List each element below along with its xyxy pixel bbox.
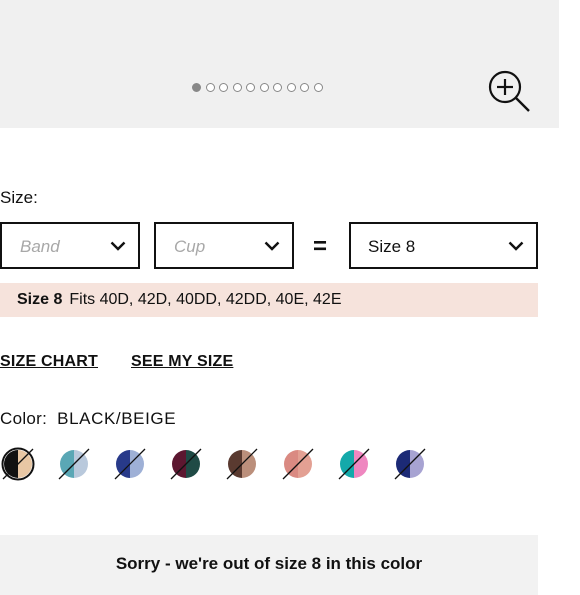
swatch-leopard[interactable] [226, 448, 258, 480]
zoom-in-icon[interactable] [487, 69, 533, 115]
swatch-teal-pink[interactable] [338, 448, 370, 480]
color-row: Color: BLACK/BEIGE [0, 409, 176, 429]
product-image-gallery[interactable] [0, 0, 559, 128]
swatch-black-beige[interactable] [1, 447, 35, 481]
size-fit-banner: Size 8 Fits 40D, 42D, 40DD, 42DD, 40E, 42… [0, 283, 538, 317]
gallery-dot[interactable] [192, 83, 201, 92]
equals-sign: = [313, 233, 328, 260]
swatch-navy-print[interactable] [114, 448, 146, 480]
gallery-dot[interactable] [232, 83, 242, 92]
see-my-size-link[interactable]: SEE MY SIZE [131, 353, 233, 371]
swatch-light-blue-print[interactable] [58, 448, 90, 480]
chevron-down-icon [264, 241, 280, 251]
fit-text: Fits 40D, 42D, 40DD, 42DD, 40E, 42E [69, 291, 342, 308]
gallery-dot[interactable] [205, 83, 215, 92]
size-select[interactable]: Size 8 [349, 222, 538, 269]
cup-placeholder: Cup [174, 237, 206, 256]
swatch-burgundy-green[interactable] [170, 448, 202, 480]
swatch-navy-lavender[interactable] [394, 448, 426, 480]
cup-select[interactable]: Cup [154, 222, 294, 269]
gallery-dot[interactable] [246, 83, 255, 92]
fit-size: Size 8 [17, 291, 63, 308]
chevron-down-icon [508, 241, 524, 251]
gallery-dot[interactable] [219, 83, 228, 92]
chevron-down-icon [110, 241, 126, 251]
gallery-dot[interactable] [259, 83, 269, 92]
gallery-pagination [192, 83, 327, 92]
gallery-dot[interactable] [300, 83, 309, 92]
size-chart-link[interactable]: SIZE CHART [0, 353, 98, 371]
gallery-dot[interactable] [286, 83, 296, 92]
band-select[interactable]: Band [0, 222, 140, 269]
selected-size: Size 8 [368, 237, 416, 256]
swatch-coral[interactable] [282, 448, 314, 480]
color-value: BLACK/BEIGE [57, 409, 177, 428]
color-label: Color: [0, 409, 48, 428]
size-label: Size: [0, 188, 38, 207]
out-of-stock-notice: Sorry - we're out of size 8 in this colo… [0, 535, 538, 595]
band-placeholder: Band [20, 237, 60, 256]
gallery-dot[interactable] [313, 83, 323, 92]
out-of-stock-text: Sorry - we're out of size 8 in this colo… [115, 554, 423, 573]
gallery-dot[interactable] [273, 83, 282, 92]
